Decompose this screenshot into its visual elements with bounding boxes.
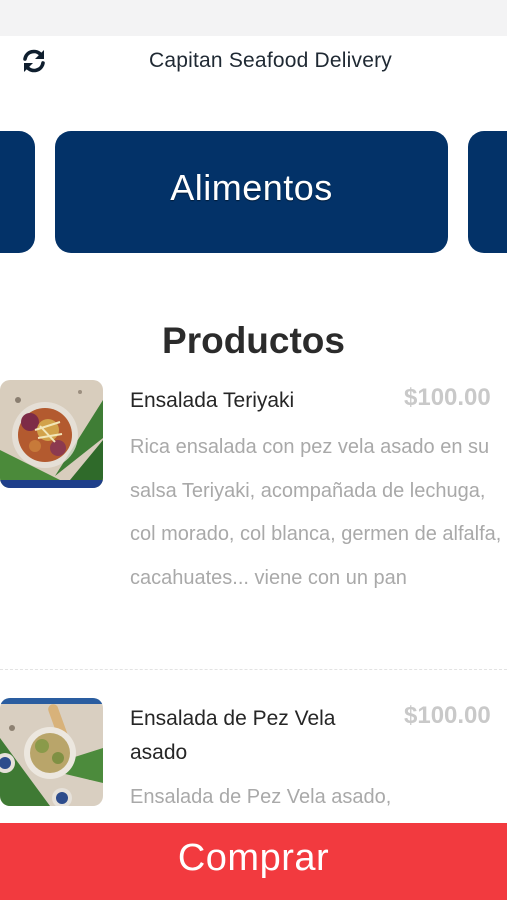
buy-button-label: Comprar bbox=[177, 837, 330, 879]
app-header: Capitan Seafood Delivery bbox=[0, 36, 507, 92]
product-divider bbox=[0, 669, 507, 670]
category-carousel[interactable]: Alimentos bbox=[0, 131, 507, 255]
category-card-previous[interactable] bbox=[0, 131, 35, 253]
product-price: $100.00 bbox=[404, 384, 491, 411]
product-description: Ensalada de Pez Vela asado, bbox=[130, 786, 392, 808]
product-name: Ensalada de Pez Vela asado bbox=[130, 707, 336, 764]
section-title: Productos bbox=[162, 320, 345, 361]
category-label: Alimentos bbox=[170, 167, 333, 208]
category-card-next[interactable] bbox=[468, 131, 507, 253]
product-image bbox=[0, 698, 103, 806]
status-bar bbox=[0, 0, 507, 36]
buy-button[interactable]: Comprar bbox=[0, 823, 507, 900]
category-card-alimentos[interactable]: Alimentos bbox=[55, 131, 448, 253]
product-description: Rica ensalada con pez vela asado en su s… bbox=[130, 436, 502, 589]
product-price: $100.00 bbox=[404, 702, 491, 729]
product-image bbox=[0, 380, 103, 488]
product-name: Ensalada Teriyaki bbox=[130, 389, 295, 412]
app-title: Capitan Seafood Delivery bbox=[149, 49, 392, 72]
